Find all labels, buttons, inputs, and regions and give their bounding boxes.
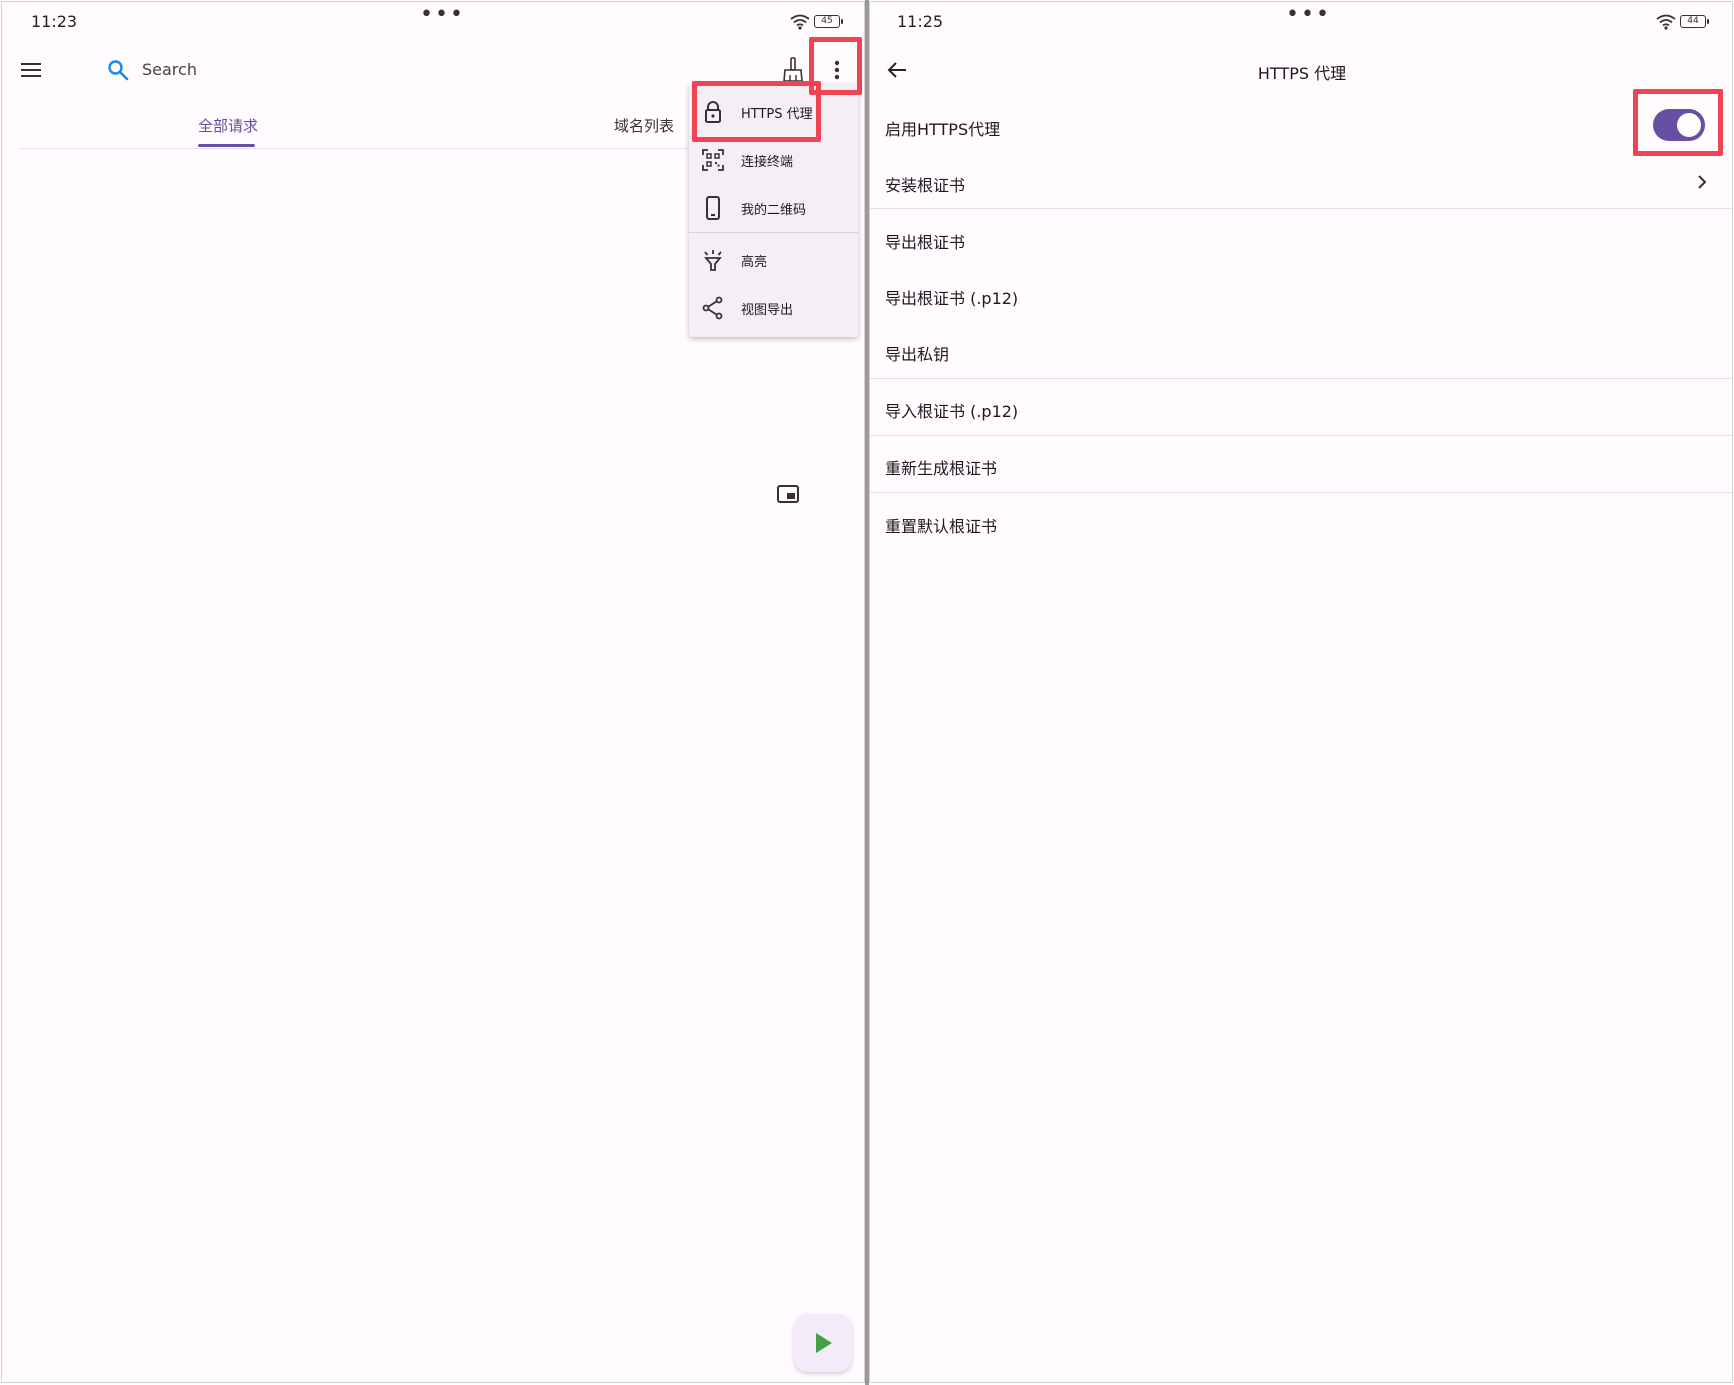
row-divider: [870, 492, 1732, 493]
tab-all-requests[interactable]: 全部请求: [198, 115, 258, 136]
broom-clean-icon[interactable]: [782, 57, 804, 83]
battery-icon: 45: [814, 15, 843, 28]
setting-enable-https-proxy[interactable]: 启用HTTPS代理: [885, 116, 1000, 140]
menu-item-highlight[interactable]: 高亮: [689, 236, 858, 284]
start-capture-fab[interactable]: [794, 1314, 852, 1372]
picture-in-picture-icon[interactable]: [777, 485, 799, 503]
left-screen: 11:23 ••• 45 Search 全部请求 域名列表 HTTPS 代理 连…: [1, 1, 865, 1383]
highlight-icon: [704, 250, 722, 271]
right-screen: 11:25 ••• 44 HTTPS 代理 启用HTTPS代理 安装根证书 导出…: [869, 1, 1733, 1383]
search-icon[interactable]: [107, 59, 129, 81]
row-divider: [870, 435, 1732, 436]
menu-item-connect-terminal[interactable]: 连接终端: [689, 136, 858, 184]
setting-regenerate-root-cert[interactable]: 重新生成根证书: [885, 455, 997, 479]
menu-item-label: 我的二维码: [741, 203, 807, 218]
menu-item-my-qrcode[interactable]: 我的二维码: [689, 184, 858, 232]
hamburger-menu-icon[interactable]: [21, 62, 41, 78]
qr-scan-icon: [702, 149, 724, 171]
setting-export-root-cert[interactable]: 导出根证书: [885, 229, 965, 253]
screenshot-stage: 11:23 ••• 45 Search 全部请求 域名列表 HTTPS 代理 连…: [0, 0, 1734, 1385]
play-icon: [816, 1333, 832, 1353]
menu-divider: [689, 232, 858, 233]
status-time: 11:25: [897, 12, 944, 31]
tab-active-indicator: [198, 144, 255, 147]
camera-dots: •••: [420, 2, 465, 27]
setting-export-private-key[interactable]: 导出私钥: [885, 341, 949, 365]
chevron-right-icon: [1698, 175, 1707, 189]
camera-dots: •••: [1286, 2, 1331, 27]
menu-item-label: 连接终端: [741, 155, 794, 170]
menu-item-label: 高亮: [741, 255, 768, 270]
page-title: HTTPS 代理: [1257, 64, 1347, 83]
menu-item-view-export[interactable]: 视图导出: [689, 284, 858, 332]
wifi-icon: [1656, 14, 1676, 30]
search-input[interactable]: Search: [142, 60, 197, 79]
highlight-box-https-proxy: [692, 81, 821, 142]
battery-icon: 44: [1680, 15, 1709, 28]
tabs-divider: [18, 148, 698, 149]
wifi-icon: [790, 14, 810, 30]
status-time: 11:23: [31, 12, 78, 31]
share-icon: [702, 296, 723, 320]
row-divider: [870, 378, 1732, 379]
menu-item-label: 视图导出: [741, 303, 794, 318]
tab-domain-list[interactable]: 域名列表: [614, 115, 674, 136]
setting-import-root-cert-p12[interactable]: 导入根证书 (.p12): [885, 398, 1018, 422]
row-divider: [870, 208, 1732, 209]
setting-export-root-cert-p12[interactable]: 导出根证书 (.p12): [885, 285, 1018, 309]
highlight-box-switch: [1633, 89, 1723, 156]
phone-icon: [706, 196, 720, 220]
setting-reset-default-root-cert[interactable]: 重置默认根证书: [885, 513, 997, 537]
setting-install-root-cert[interactable]: 安装根证书: [885, 172, 965, 196]
